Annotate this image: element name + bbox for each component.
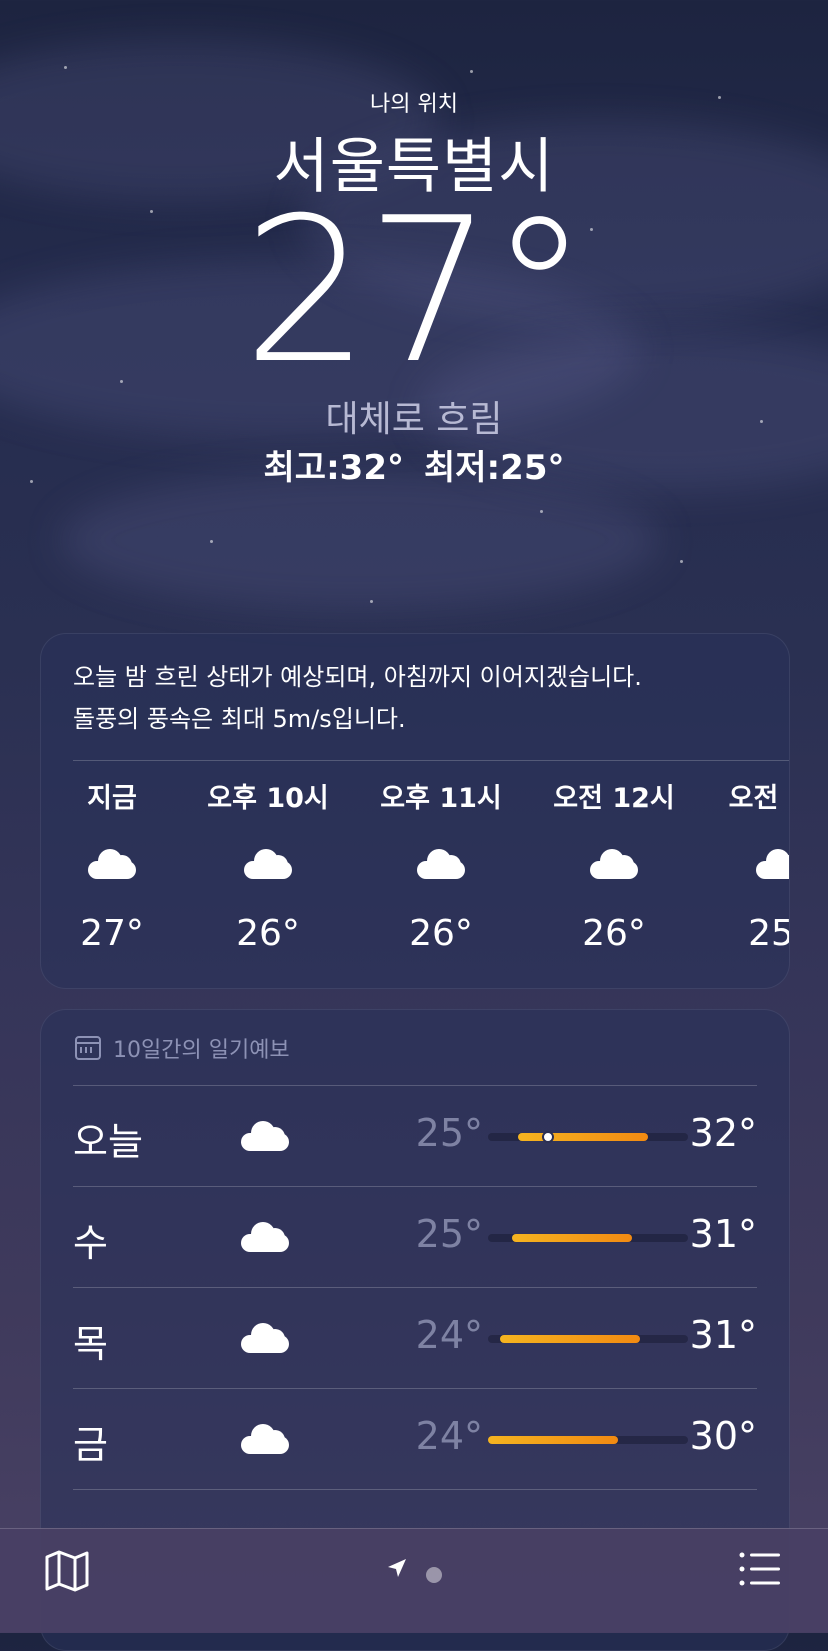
hour-label: 지금 (87, 783, 137, 814)
current-temperature: 27° (242, 175, 590, 408)
temp-range-bar (488, 1335, 688, 1343)
hour-label: 오전 12시 (553, 783, 675, 814)
bottom-toolbar (0, 1528, 828, 1633)
weather-condition: 대체로 흐림 (325, 399, 503, 440)
hour-item: 오후 11시 26° (366, 774, 516, 964)
high-temp: 31° (689, 1313, 757, 1357)
high-temp: 31° (689, 1212, 757, 1256)
cloud-icon (241, 1121, 289, 1151)
list-icon[interactable] (738, 1551, 782, 1591)
day-row[interactable]: 오늘 25° 32° (73, 1085, 757, 1185)
hour-temp: 27° (80, 913, 144, 954)
ten-day-header: 10일간의 일기예보 (75, 1032, 290, 1064)
hour-label: 오후 10시 (207, 783, 329, 814)
divider (73, 760, 789, 761)
cloud-icon (241, 1323, 289, 1353)
day-label: 금 (73, 1423, 108, 1467)
hour-temp: 26° (582, 913, 646, 954)
summary-line-2: 돌풍의 풍속은 최대 5m/s입니다. (73, 705, 406, 733)
divider (73, 1489, 757, 1490)
day-row[interactable]: 목 24° 31° (73, 1287, 757, 1387)
low-temp: 25° (415, 1212, 483, 1256)
hour-temp: 26° (409, 913, 473, 954)
hour-label: 오후 11시 (380, 783, 502, 814)
hour-item: 오후 10시 26° (193, 774, 343, 964)
day-label: 목 (73, 1322, 108, 1366)
low-temp: 24° (415, 1414, 483, 1458)
hour-item: 지금 27° (41, 774, 187, 964)
cloud-icon (244, 849, 292, 879)
hour-temp: 25° (748, 913, 789, 954)
high-temp: 30° (689, 1414, 757, 1458)
calendar-icon (75, 1036, 101, 1060)
temp-range-bar (488, 1436, 688, 1444)
cloud-icon (241, 1222, 289, 1252)
forecast-summary: 오늘 밤 흐린 상태가 예상되며, 아침까지 이어지겠습니다. 돌풍의 풍속은 … (73, 656, 763, 740)
location-arrow-icon[interactable] (386, 1557, 408, 1583)
hourly-forecast-card[interactable]: 오늘 밤 흐린 상태가 예상되며, 아침까지 이어지겠습니다. 돌풍의 풍속은 … (40, 633, 790, 989)
temp-range-fill (488, 1436, 618, 1444)
ten-day-title: 10일간의 일기예보 (113, 1038, 290, 1063)
temp-range-bar (488, 1131, 688, 1143)
location-label: 나의 위치 (370, 92, 458, 117)
low-temp: 24° (415, 1313, 483, 1357)
day-row[interactable]: 금 24° 30° (73, 1388, 757, 1488)
cloud-icon (88, 849, 136, 879)
temp-range-fill (500, 1335, 640, 1343)
day-label: 수 (73, 1221, 108, 1265)
divider (73, 1287, 757, 1288)
temp-range-bar (488, 1234, 688, 1242)
low-temp: 25° (415, 1111, 483, 1155)
low-temp: 최저:25° (424, 448, 565, 488)
high-temp: 최고:32° (263, 448, 404, 488)
high-low: 최고:32° 최저:25° (0, 440, 828, 489)
cloud-icon (417, 849, 465, 879)
hour-temp: 26° (236, 913, 300, 954)
temp-range-fill (518, 1133, 648, 1141)
hour-item: 오전 1시 25° (705, 774, 789, 964)
map-icon[interactable] (44, 1549, 90, 1597)
hour-label: 오전 1시 (728, 783, 789, 814)
page-indicator-dot[interactable] (426, 1567, 442, 1583)
current-temp-dot (542, 1131, 554, 1143)
cloud-icon (590, 849, 638, 879)
divider (73, 1388, 757, 1389)
temp-range-fill (512, 1234, 632, 1242)
summary-line-1: 오늘 밤 흐린 상태가 예상되며, 아침까지 이어지겠습니다. (73, 663, 642, 691)
cloud-icon (756, 849, 789, 879)
hour-item: 오전 12시 26° (539, 774, 689, 964)
divider (73, 1186, 757, 1187)
day-label: 오늘 (73, 1120, 143, 1164)
cloud-icon (241, 1424, 289, 1454)
day-row[interactable]: 수 25° 31° (73, 1186, 757, 1286)
divider (73, 1085, 757, 1086)
high-temp: 32° (689, 1111, 757, 1155)
